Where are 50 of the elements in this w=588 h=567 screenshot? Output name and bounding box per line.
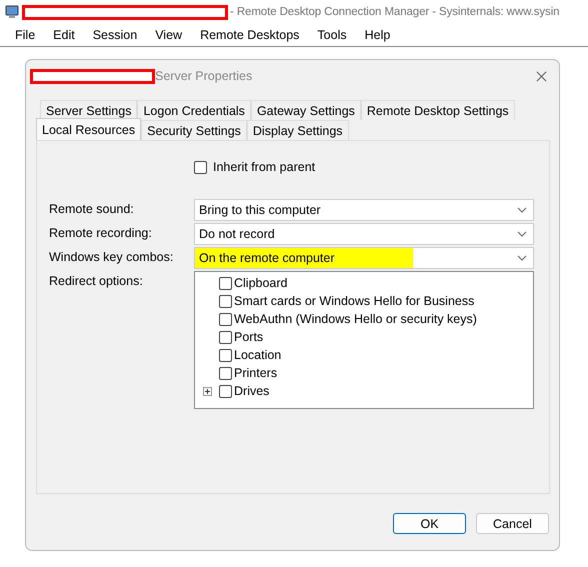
menu-item[interactable]: View — [146, 28, 192, 42]
tab[interactable]: Gateway Settings — [250, 100, 361, 120]
menu-item[interactable]: Help — [356, 28, 400, 42]
checkbox[interactable] — [219, 384, 232, 398]
dropdown-value: Do not record — [199, 227, 275, 241]
checkbox[interactable] — [219, 348, 232, 362]
tab[interactable]: Logon Credentials — [137, 100, 251, 120]
menu-item[interactable]: Edit — [44, 28, 84, 42]
menu-item[interactable]: Session — [84, 28, 146, 42]
checkbox-label: Smart cards or Windows Hello for Business — [234, 294, 474, 308]
field-label: Remote recording: — [49, 225, 153, 242]
checkbox-label: Drives — [234, 384, 270, 398]
checkbox-label: Location — [234, 348, 282, 362]
checkbox[interactable] — [219, 312, 232, 326]
tab[interactable]: Remote Desktop Settings — [360, 100, 515, 120]
menu-item[interactable]: Remote Desktops — [191, 28, 308, 42]
expand-icon[interactable] — [203, 386, 212, 396]
checkbox[interactable] — [219, 294, 232, 308]
chevron-down-icon — [517, 207, 527, 213]
dropdown-value: On the remote computer — [199, 251, 334, 265]
checkbox-label: Ports — [234, 330, 264, 344]
chevron-down-icon — [517, 231, 527, 237]
field-label: Redirect options: — [49, 273, 144, 290]
close-icon[interactable] — [536, 70, 547, 82]
checkbox-label: WebAuthn (Windows Hello or security keys) — [234, 312, 477, 326]
dialog-button[interactable]: OK — [393, 513, 466, 534]
checkbox[interactable] — [219, 366, 232, 380]
field-label: Remote sound: — [49, 201, 135, 218]
checkbox[interactable] — [219, 276, 232, 290]
dropdown[interactable]: Do not record — [194, 223, 534, 245]
tab[interactable]: Display Settings — [246, 120, 349, 140]
chevron-down-icon — [517, 255, 527, 261]
tab[interactable]: Local Resources — [36, 118, 142, 140]
menu-item[interactable]: Tools — [308, 28, 356, 42]
dialog-button[interactable]: Cancel — [476, 513, 549, 534]
checkbox-label: Printers — [234, 366, 278, 380]
window-title: - Remote Desktop Connection Manager - Sysinternals: www.sysin — [230, 6, 560, 18]
dropdown-value: Bring to this computer — [199, 203, 321, 217]
checkbox-label: Inherit from parent — [213, 160, 316, 174]
menu-item[interactable]: File — [6, 28, 44, 42]
checkbox[interactable] — [219, 330, 232, 344]
field-label: Windows key combos: — [49, 249, 174, 266]
tab[interactable]: Security Settings — [141, 120, 247, 140]
dropdown[interactable]: On the remote computer — [194, 247, 534, 269]
checkbox[interactable] — [194, 160, 207, 174]
app-icon — [4, 4, 20, 20]
dropdown[interactable]: Bring to this computer — [194, 199, 534, 221]
tab[interactable]: Server Settings — [40, 100, 138, 120]
dialog-title: Server Properties — [155, 69, 252, 83]
checkbox-label: Clipboard — [234, 276, 288, 290]
